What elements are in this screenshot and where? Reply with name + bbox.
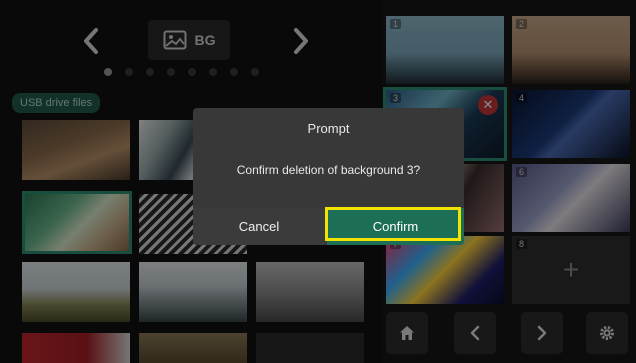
confirm-button-highlight [325,207,461,241]
cancel-button[interactable]: Cancel [193,208,325,245]
dialog-title: Prompt [307,121,350,136]
dialog-message: Confirm deletion of background 3? [236,163,421,177]
